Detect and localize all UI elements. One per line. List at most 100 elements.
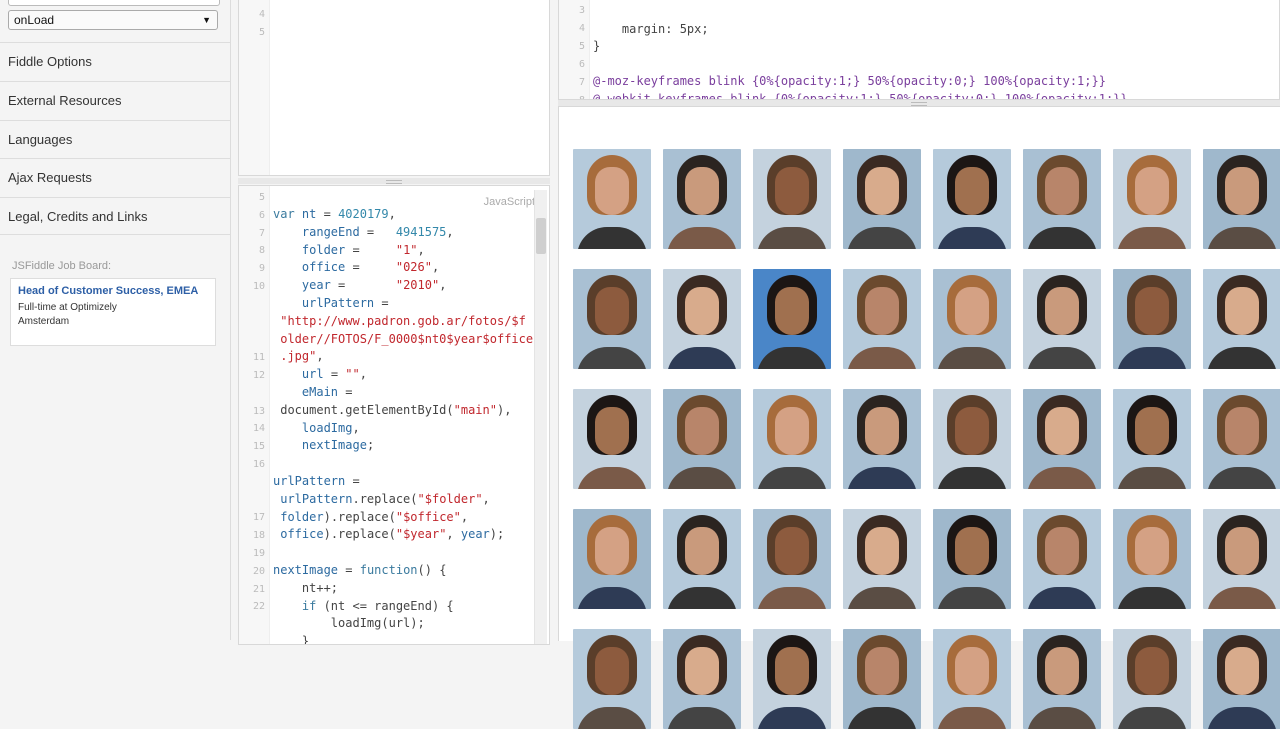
css-line: }	[593, 39, 601, 53]
portrait-image	[933, 389, 1011, 489]
css-line: @-webkit-keyframes blink {0%{opacity:1;}…	[593, 91, 1128, 100]
portrait-image	[843, 389, 921, 489]
js-gutter: 5 6 7 8 9 10 11 12 13 14 15 16 17 18 19 20 21 22	[239, 186, 270, 644]
sidebar-item-label: External Resources	[8, 93, 122, 108]
portrait-image	[1023, 389, 1101, 489]
css-line: @-moz-keyframes blink {0%{opacity:1;} 50…	[593, 74, 1106, 88]
line-number: 17	[252, 512, 265, 524]
portrait-image	[573, 389, 651, 489]
line-number: 19	[252, 548, 265, 559]
portrait-image	[663, 269, 741, 369]
html-js-splitter[interactable]	[238, 178, 550, 184]
sidebar-item-external-resources[interactable]: External Resources	[0, 81, 230, 119]
line-number: 20	[252, 565, 265, 577]
portrait-image	[573, 629, 651, 729]
portrait-image	[663, 389, 741, 489]
sidebar-item-label: Languages	[8, 132, 73, 147]
html-gutter: 4 5	[239, 0, 270, 175]
portrait-image	[1113, 629, 1191, 729]
line-number: 11	[252, 352, 265, 364]
js-scrollbar[interactable]	[534, 190, 547, 644]
portrait-image	[843, 509, 921, 609]
portrait-image	[1113, 389, 1191, 489]
css-gutter: 3 4 5 6 7 8	[559, 0, 590, 99]
line-number: 4	[258, 9, 265, 20]
sidebar-item-label: Fiddle Options	[8, 54, 92, 69]
sidebar-item-label: Legal, Credits and Links	[8, 209, 148, 224]
portrait-image	[753, 149, 831, 249]
result-panel	[558, 106, 1280, 729]
line-number: 10	[252, 281, 265, 292]
job-card[interactable]: Head of Customer Success, EMEA Full-time…	[10, 278, 216, 346]
framework-select[interactable]	[8, 0, 220, 6]
dropdown-arrow-icon: ▼	[202, 15, 211, 25]
line-number: 6	[578, 59, 585, 70]
sidebar: onLoad ▼ Fiddle Options External Resourc…	[0, 0, 231, 640]
portrait-image	[1203, 389, 1280, 489]
js-code: var nt = 4020179, rangeEnd = 4941575, fo…	[273, 207, 534, 645]
line-number: 5	[578, 41, 585, 52]
line-number: 3	[578, 5, 585, 16]
job-title-link[interactable]: Head of Customer Success, EMEA	[18, 285, 208, 297]
portrait-image	[933, 629, 1011, 729]
portrait-image	[1023, 149, 1101, 249]
line-number: 7	[258, 227, 265, 239]
sidebar-item-fiddle-options[interactable]: Fiddle Options	[0, 42, 230, 80]
portrait-image	[1113, 269, 1191, 369]
job-board-label: JSFiddle Job Board:	[12, 260, 112, 272]
portrait-image	[933, 509, 1011, 609]
portrait-image	[753, 629, 831, 729]
job-company: Full-time at Optimizely	[18, 302, 117, 313]
html-code-fragment	[273, 0, 302, 7]
portrait-image	[753, 269, 831, 369]
line-number: 5	[258, 27, 265, 38]
portrait-image	[663, 629, 741, 729]
portrait-image	[933, 149, 1011, 249]
line-number: 12	[252, 370, 265, 381]
portrait-image	[573, 509, 651, 609]
portrait-image	[1203, 149, 1280, 249]
portrait-image	[843, 629, 921, 729]
job-location: Amsterdam	[18, 316, 70, 327]
portrait-image	[663, 149, 741, 249]
portrait-image	[573, 269, 651, 369]
line-number: 5	[258, 192, 265, 203]
portrait-image	[1023, 269, 1101, 369]
portrait-image	[1203, 629, 1280, 729]
portrait-image	[1023, 509, 1101, 609]
line-number: 7	[578, 77, 585, 88]
portrait-image	[1023, 629, 1101, 729]
portrait-image	[1203, 509, 1280, 609]
line-number: 21	[252, 583, 265, 595]
line-number: 15	[252, 441, 265, 453]
load-type-value: onLoad	[14, 13, 55, 27]
portrait-image	[843, 149, 921, 249]
css-code: margin: 5px; } @-moz-keyframes blink {0%…	[593, 3, 1128, 100]
css-editor-panel[interactable]: 3 4 5 6 7 8 margin: 5px; } @-moz-keyfram…	[558, 0, 1280, 100]
line-number: 8	[258, 245, 265, 257]
sidebar-item-label: Ajax Requests	[8, 170, 92, 185]
portrait-image	[663, 509, 741, 609]
portrait-image	[753, 509, 831, 609]
load-type-select[interactable]: onLoad ▼	[8, 10, 218, 30]
portrait-image	[1113, 509, 1191, 609]
portrait-image	[573, 149, 651, 249]
scrollbar-thumb[interactable]	[536, 218, 546, 254]
line-number: 16	[252, 459, 265, 470]
line-number: 14	[252, 423, 265, 435]
css-line: margin: 5px;	[593, 21, 709, 36]
sidebar-item-languages[interactable]: Languages	[0, 120, 230, 158]
html-editor-panel[interactable]: 4 5	[238, 0, 550, 176]
portrait-image	[1113, 149, 1191, 249]
portrait-image	[753, 389, 831, 489]
line-number: 22	[252, 601, 265, 613]
js-editor-panel[interactable]: 5 6 7 8 9 10 11 12 13 14 15 16 17 18 19 20 21 22 JavaScri…	[238, 185, 550, 645]
line-number: 4	[578, 23, 585, 34]
portrait-image	[933, 269, 1011, 369]
line-number: 18	[252, 530, 265, 542]
line-number: 13	[252, 405, 265, 417]
sidebar-item-ajax-requests[interactable]: Ajax Requests	[0, 158, 230, 196]
sidebar-item-legal[interactable]: Legal, Credits and Links	[0, 197, 230, 235]
line-number: 9	[258, 263, 265, 275]
portrait-image	[1203, 269, 1280, 369]
